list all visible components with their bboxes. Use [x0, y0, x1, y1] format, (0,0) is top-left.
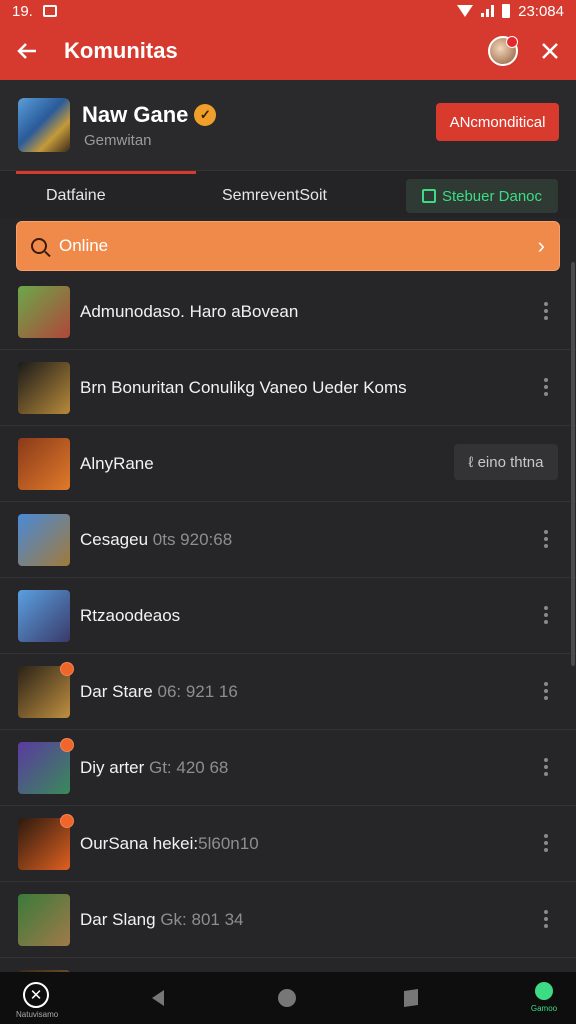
list-item-name: Admunodaso. Haro aBovean [80, 301, 299, 321]
list-item-meta: 5l60n10 [198, 833, 259, 853]
more-options-icon[interactable] [544, 910, 548, 928]
list-item-meta: Gk: 801 34 [160, 909, 244, 929]
more-options-icon[interactable] [544, 530, 548, 548]
navigation-bar: ✕ Natuvisamo Gamoo [0, 972, 576, 1024]
list-item-name: AlnyRane [80, 453, 154, 473]
more-options-icon[interactable] [544, 378, 548, 396]
close-icon[interactable] [540, 41, 560, 61]
notification-dot [506, 36, 518, 48]
list-item-meta: Gt: 420 68 [148, 757, 229, 777]
recents-nav-icon[interactable] [404, 989, 418, 1007]
game-tab-icon [535, 982, 553, 1000]
nav-left-label: Natuvisamo [16, 1010, 59, 1019]
app-bar: Komunitas [0, 22, 576, 80]
verified-badge-icon: ✓ [194, 104, 217, 126]
notification-icon [42, 5, 57, 17]
more-options-icon[interactable] [544, 758, 548, 776]
game-thumbnail [18, 589, 70, 642]
profile-avatar[interactable] [488, 36, 518, 66]
game-thumbnail [18, 513, 70, 566]
list-item[interactable]: Dar Slang Gk: 801 34 [0, 882, 576, 958]
list-item[interactable]: Dar Satangh Gk 231 0 [0, 958, 576, 972]
online-filter-bar[interactable]: Online › [16, 221, 560, 271]
page-title: Komunitas [64, 38, 178, 63]
home-nav-icon[interactable] [278, 989, 296, 1007]
list-icon [421, 189, 436, 203]
list-item-title: Admunodaso. Haro aBovean [80, 302, 298, 322]
compass-icon: ✕ [23, 982, 49, 1008]
back-arrow-icon[interactable] [16, 40, 38, 62]
list-item-name: Diy arter [80, 757, 149, 777]
list-item-meta: 0ts 920:68 [152, 529, 233, 549]
badge-icon [60, 737, 74, 752]
list-item-title: Dar Stare 06: 921 16 [80, 682, 238, 702]
status-bar: 19. 23:084 [0, 0, 576, 22]
tab-stebuer[interactable]: Stebuer Danoc [406, 179, 558, 213]
battery-icon [502, 4, 511, 18]
game-thumbnail [18, 813, 74, 870]
list-item-title: Cesageu 0ts 920:68 [80, 530, 232, 550]
game-thumbnail [18, 361, 70, 414]
list-item[interactable]: Rtzaoodeaos [0, 578, 576, 654]
game-thumbnail [18, 737, 74, 794]
nav-left-button[interactable]: ✕ Natuvisamo [16, 982, 59, 1019]
list-item-title: Dar Slang Gk: 801 34 [80, 910, 244, 930]
community-list: Admunodaso. Haro aBovean Brn Bonuritan Co… [0, 274, 576, 972]
list-item-name: Rtzaoodeaos [80, 605, 181, 625]
list-item-action-button[interactable]: ℓ eino thtna [454, 444, 558, 480]
game-thumbnail [18, 437, 70, 490]
list-item[interactable]: OurSana hekei:5l60n10 [0, 806, 576, 882]
list-item[interactable]: Brn Bonuritan Conulikg Vaneo Ueder Koms [0, 350, 576, 426]
more-options-icon[interactable] [544, 606, 548, 624]
game-title-text: Naw Gane [82, 102, 189, 127]
game-subtitle: Gemwitan [84, 132, 152, 149]
tab-bar: Datfaine SemreventSoit Stebuer Danoc [0, 170, 576, 218]
game-thumbnail [18, 285, 70, 338]
list-item-title: AlnyRane [80, 454, 154, 474]
list-item[interactable]: Admunodaso. Haro aBovean [0, 274, 576, 350]
active-tab-indicator [16, 171, 196, 174]
list-item-name: Dar Slang [80, 909, 161, 929]
nav-right-button[interactable]: Gamoo [524, 982, 564, 1013]
list-item-meta: 06: 921 16 [157, 681, 238, 701]
list-item-name: Cesageu [80, 529, 153, 549]
badge-icon [60, 661, 74, 676]
scrollbar[interactable] [571, 262, 575, 666]
list-item[interactable]: Diy arter Gt: 420 68 [0, 730, 576, 806]
status-time-right: 23:084 [518, 2, 564, 20]
badge-icon [60, 813, 74, 828]
tab-semrevent[interactable]: SemreventSoit [222, 187, 327, 205]
signal-icon [481, 5, 495, 17]
join-button[interactable]: ANcmonditical [436, 103, 559, 141]
more-options-icon[interactable] [544, 682, 548, 700]
list-item-name: Dar Stare [80, 681, 158, 701]
list-item-title: Brn Bonuritan Conulikg Vaneo Ueder Koms [80, 378, 407, 398]
wifi-icon [457, 5, 474, 17]
list-item[interactable]: Dar Stare 06: 921 16 [0, 654, 576, 730]
game-icon [18, 98, 70, 152]
game-header: Naw Gane ✓ Gemwitan ANcmonditical [0, 80, 576, 174]
tab-datfaine[interactable]: Datfaine [46, 187, 106, 205]
more-options-icon[interactable] [544, 834, 548, 852]
list-item[interactable]: AlnyRane ℓ eino thtna [0, 426, 576, 502]
list-item-name: Brn Bonuritan Conulikg Vaneo Ueder Koms [80, 377, 407, 397]
list-item-title: OurSana hekei:5l60n10 [80, 834, 259, 854]
chevron-right-icon: › [537, 233, 545, 258]
game-thumbnail [18, 661, 74, 718]
tab-stebuer-label: Stebuer Danoc [441, 187, 543, 205]
nav-right-label: Gamoo [530, 1004, 558, 1013]
online-filter-label: Online [59, 236, 109, 255]
search-icon [31, 238, 47, 254]
more-options-icon[interactable] [544, 302, 548, 320]
status-time-left: 19. [12, 2, 33, 20]
back-nav-icon[interactable] [152, 990, 164, 1006]
game-thumbnail [18, 893, 70, 946]
list-item[interactable]: Cesageu 0ts 920:68 [0, 502, 576, 578]
game-title: Naw Gane ✓ [82, 102, 217, 128]
list-item-title: Rtzaoodeaos [80, 606, 180, 626]
list-item-title: Diy arter Gt: 420 68 [80, 758, 228, 778]
list-item-name: OurSana hekei: [80, 833, 199, 853]
